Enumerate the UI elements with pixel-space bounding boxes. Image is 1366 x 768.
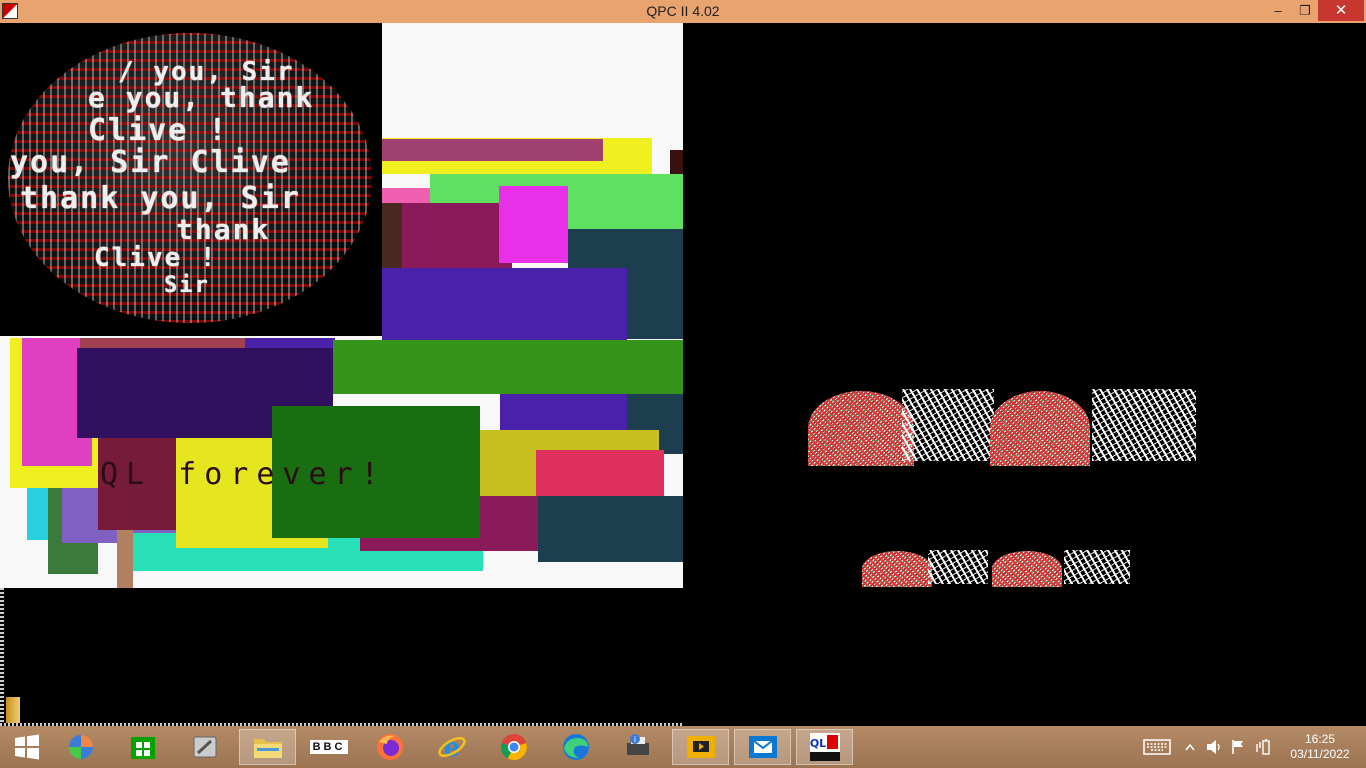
taskbar-app-1[interactable] (54, 729, 108, 765)
sprite-scribble (1092, 389, 1196, 461)
media-icon (686, 736, 715, 758)
restore-button[interactable]: ❐ (1291, 0, 1319, 21)
graphic-rect (538, 496, 683, 562)
volume-icon[interactable] (1204, 726, 1224, 768)
ie-icon: e (438, 733, 466, 762)
taskbar: BBC e i QL 16:25 03/11/2022 (0, 726, 1366, 768)
graphic-rect (536, 450, 664, 496)
taskbar-internet-explorer[interactable]: e (425, 729, 479, 765)
clock-date: 03/11/2022 (1290, 747, 1350, 761)
bbc-icon: BBC (309, 740, 349, 754)
rotating-globe-graphic: / you, Sir e you, thank Clive ! you, Sir… (8, 33, 372, 323)
chrome-icon (501, 734, 527, 761)
printer-icon: i (627, 734, 649, 755)
ql-forever-text: QL forever! (100, 457, 387, 492)
window-title: QPC II 4.02 (646, 3, 720, 19)
taskbar-file-explorer[interactable] (239, 729, 296, 765)
graphic-rect (333, 340, 683, 394)
sprite-scribble (1064, 550, 1130, 584)
svg-text:i: i (634, 735, 636, 744)
windows-start-button[interactable] (0, 729, 54, 765)
taskbar-firefox[interactable] (363, 729, 417, 765)
action-center-flag-icon[interactable] (1228, 726, 1248, 768)
globe-text: Clive ! (88, 113, 229, 148)
graphic-rect (382, 139, 603, 161)
clock-time: 16:25 (1304, 732, 1336, 746)
sprite-scribble (928, 550, 988, 584)
folder-icon (253, 739, 282, 758)
taskbar-edge[interactable] (549, 729, 603, 765)
graphic-rect (670, 150, 683, 175)
globe-text: Clive ! (94, 243, 218, 273)
windows-logo-icon (15, 734, 39, 760)
mail-icon (748, 736, 777, 758)
gold-marker (6, 697, 20, 723)
edge-icon (563, 734, 589, 760)
globe-window: / you, Sir e you, thank Clive ! you, Sir… (0, 23, 382, 336)
colorful-ball-icon (69, 735, 93, 759)
ql-emulator-screen[interactable]: QL forever! / you, Sir e you, thank Cliv… (0, 23, 1366, 726)
sprite-noise-dome (992, 551, 1062, 587)
graphic-rect (27, 488, 50, 540)
show-hidden-icons-chevron-icon[interactable] (1182, 726, 1198, 768)
globe-text: thank you, Sir (20, 181, 301, 216)
graphic-rect (499, 186, 568, 263)
globe-text: thank (176, 213, 271, 246)
taskbar-bbc[interactable]: BBC (302, 729, 356, 765)
taskbar-chrome[interactable] (487, 729, 541, 765)
graphic-rect (382, 188, 432, 203)
keyboard-icon[interactable] (1140, 726, 1174, 768)
store-icon (131, 737, 155, 759)
sprite-noise-dome (808, 391, 914, 466)
taskbar-mail[interactable] (734, 729, 791, 765)
sprite-noise-dome (862, 551, 932, 587)
taskbar-qpc[interactable]: QL (796, 729, 853, 765)
scanner-icon (193, 736, 217, 758)
taskbar-media[interactable] (672, 729, 729, 765)
window-title-bar: QPC II 4.02 – ❐ ✕ (0, 0, 1366, 23)
taskbar-app-3[interactable] (178, 729, 232, 765)
taskbar-store[interactable] (116, 729, 170, 765)
sprite-scribble (902, 389, 994, 461)
qpc-icon: QL (809, 733, 840, 761)
globe-text: e you, thank (88, 81, 315, 114)
close-button[interactable]: ✕ (1318, 0, 1364, 21)
power-battery-icon[interactable] (1252, 726, 1274, 768)
globe-text: Sir (164, 273, 210, 298)
sprite-noise-dome (990, 391, 1090, 466)
graphic-rect (382, 268, 627, 343)
graphic-rect (117, 530, 133, 588)
minimize-button[interactable]: – (1264, 0, 1292, 21)
globe-text: you, Sir Clive (10, 145, 291, 180)
taskbar-printer[interactable]: i (611, 729, 665, 765)
svg-text:QL: QL (809, 737, 825, 750)
screen-border-dots (0, 588, 4, 726)
taskbar-clock[interactable]: 16:25 03/11/2022 (1282, 732, 1358, 762)
firefox-icon (377, 734, 403, 760)
graphic-rect (402, 203, 512, 268)
